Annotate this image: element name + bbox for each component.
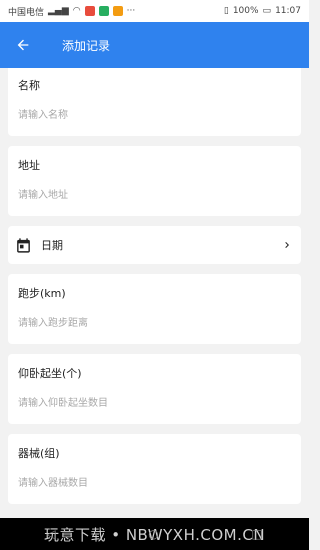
- status-bar: 中国电信 ▂▄▆ ◠ ··· ▯ 100% ▭ 11:07: [0, 0, 309, 22]
- situps-input[interactable]: [18, 395, 291, 411]
- carrier-label: 中国电信: [8, 7, 45, 18]
- battery-icon: ▭: [262, 6, 272, 16]
- app-bar: 添加记录: [0, 22, 309, 68]
- situps-card: 仰卧起坐(个): [8, 354, 301, 424]
- page-title: 添加记录: [62, 38, 111, 53]
- name-label: 名称: [18, 79, 40, 92]
- app-notification-icon: [98, 6, 109, 16]
- app-notification-icon: [84, 6, 95, 16]
- wifi-icon: ◠: [72, 6, 81, 16]
- address-label: 地址: [18, 159, 40, 172]
- equipment-label: 器械(组): [18, 447, 60, 460]
- name-card: 名称: [8, 68, 301, 136]
- nav-back-icon[interactable]: ◁: [46, 527, 55, 541]
- running-input[interactable]: [18, 315, 291, 331]
- nav-home-icon[interactable]: ○: [148, 527, 158, 541]
- back-button[interactable]: [0, 22, 46, 68]
- equipment-input[interactable]: [18, 475, 291, 491]
- address-card: 地址: [8, 146, 301, 216]
- name-input[interactable]: [18, 107, 291, 123]
- form-content[interactable]: 名称 地址 日期 跑步(km) 仰卧起坐(个) 器械(组): [0, 68, 309, 518]
- address-input[interactable]: [18, 187, 291, 203]
- date-picker-row[interactable]: 日期: [8, 226, 301, 264]
- date-label: 日期: [41, 239, 63, 252]
- nav-recents-icon[interactable]: □: [251, 527, 262, 541]
- clock: 11:07: [275, 6, 301, 16]
- situps-label: 仰卧起坐(个): [18, 367, 82, 380]
- app-notification-icon: [112, 6, 123, 16]
- equipment-card: 器械(组): [8, 434, 301, 504]
- running-label: 跑步(km): [18, 287, 66, 300]
- running-card: 跑步(km): [8, 274, 301, 344]
- calendar-icon: [17, 237, 30, 253]
- arrow-back-icon: [17, 39, 29, 51]
- signal-icon: ▂▄▆: [48, 6, 69, 16]
- vibrate-icon: ▯: [223, 6, 229, 16]
- more-icon: ···: [126, 6, 136, 16]
- battery-percent: 100%: [232, 6, 259, 16]
- chevron-right-icon: [285, 242, 289, 248]
